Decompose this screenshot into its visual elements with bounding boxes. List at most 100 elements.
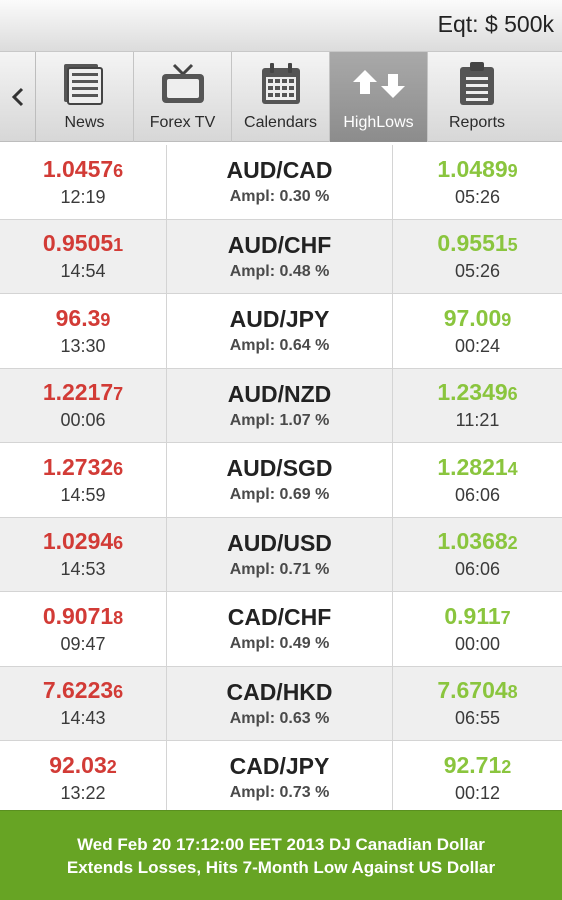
low-price: 92.032: [49, 751, 117, 778]
high-time: 00:24: [454, 335, 501, 356]
high-cell: 1.23496 11:21: [393, 369, 562, 443]
high-time: 05:26: [454, 261, 501, 282]
tab-reports[interactable]: Reports: [428, 52, 526, 142]
low-cell: 1.02946 14:53: [0, 517, 167, 591]
pair-cell: AUD/USD Ampl: 0.71 %: [167, 517, 393, 591]
low-price: 0.90718: [42, 602, 124, 629]
list-item[interactable]: 1.22177 00:06 AUD/NZD Ampl: 1.07 % 1.234…: [0, 368, 562, 443]
pair-cell: CAD/JPY Ampl: 0.73 %: [167, 741, 393, 810]
high-price: 1.28214: [437, 453, 518, 480]
low-cell: 96.39 13:30: [0, 294, 167, 368]
amplitude: Ampl: 1.07 %: [229, 411, 330, 429]
high-time: 06:06: [454, 559, 501, 580]
highlows-list: 1.04576 12:19 AUD/CAD Ampl: 0.30 % 1.048…: [0, 145, 562, 810]
amplitude: Ampl: 0.48 %: [229, 262, 330, 280]
low-time: 13:30: [60, 335, 106, 356]
currency-pair: AUD/CAD: [226, 157, 333, 184]
amplitude: Ampl: 0.64 %: [229, 337, 330, 355]
list-item[interactable]: 1.02946 14:53 AUD/USD Ampl: 0.71 % 1.036…: [0, 517, 562, 592]
high-cell: 0.95515 05:26: [393, 220, 562, 294]
equity-label: Eqt: $ 500k: [437, 11, 554, 37]
chevron-left-icon: [11, 87, 23, 107]
low-cell: 1.27326 14:59: [0, 443, 167, 517]
list-item[interactable]: 96.39 13:30 AUD/JPY Ampl: 0.64 % 97.009 …: [0, 294, 562, 369]
list-item[interactable]: 1.27326 14:59 AUD/SGD Ampl: 0.69 % 1.282…: [0, 443, 562, 518]
high-low-arrows-icon: [352, 70, 405, 98]
low-time: 12:19: [60, 186, 106, 207]
low-time: 14:43: [60, 708, 106, 729]
low-price: 1.02946: [42, 528, 124, 555]
low-time: 14:54: [60, 261, 106, 282]
news-ticker-text: Wed Feb 20 17:12:00 EET 2013 DJ Canadian…: [66, 834, 496, 877]
pair-cell: AUD/CHF Ampl: 0.48 %: [167, 219, 393, 293]
low-price: 0.95051: [42, 230, 124, 257]
list-item[interactable]: 0.95051 14:54 AUD/CHF Ampl: 0.48 % 0.955…: [0, 219, 562, 294]
high-price: 97.009: [443, 304, 512, 331]
currency-pair: AUD/CHF: [227, 231, 332, 258]
high-price: 0.95515: [437, 230, 518, 257]
tab-label: Calendars: [244, 114, 317, 131]
tab-label: Reports: [448, 114, 506, 131]
list-item[interactable]: 7.62236 14:43 CAD/HKD Ampl: 0.63 % 7.670…: [0, 666, 562, 741]
low-price: 1.22177: [42, 379, 124, 406]
news-ticker[interactable]: Wed Feb 20 17:12:00 EET 2013 DJ Canadian…: [0, 810, 562, 900]
pair-cell: AUD/SGD Ampl: 0.69 %: [167, 443, 393, 517]
low-time: 09:47: [60, 633, 106, 654]
high-price: 1.23496: [437, 379, 518, 406]
low-time: 13:22: [60, 782, 106, 803]
low-time: 14:53: [60, 559, 106, 580]
nav-toolbar: News Forex TV Calendars HighLows Reports: [0, 52, 562, 142]
low-cell: 1.22177 00:06: [0, 368, 167, 442]
pair-cell: CAD/CHF Ampl: 0.49 %: [167, 592, 393, 666]
amplitude: Ampl: 0.71 %: [229, 560, 330, 578]
back-button[interactable]: [0, 52, 36, 142]
list-item[interactable]: 1.04576 12:19 AUD/CAD Ampl: 0.30 % 1.048…: [0, 145, 562, 220]
status-bar: Eqt: $ 500k: [0, 0, 562, 52]
low-cell: 0.95051 14:54: [0, 219, 167, 293]
tab-news[interactable]: News: [36, 52, 134, 142]
amplitude: Ampl: 0.30 %: [229, 188, 330, 206]
low-price: 1.04576: [42, 155, 124, 182]
tab-forex-tv[interactable]: Forex TV: [134, 52, 232, 142]
tab-calendars[interactable]: Calendars: [232, 52, 330, 142]
high-cell: 1.28214 06:06: [393, 443, 562, 517]
low-cell: 7.62236 14:43: [0, 666, 167, 740]
high-time: 00:12: [454, 782, 501, 803]
high-price: 1.04899: [437, 155, 518, 182]
amplitude: Ampl: 0.63 %: [229, 709, 330, 727]
high-time: 06:06: [454, 484, 501, 505]
low-time: 00:06: [60, 410, 106, 431]
tab-highlows[interactable]: HighLows: [330, 52, 428, 142]
pair-cell: AUD/CAD Ampl: 0.30 %: [167, 145, 393, 219]
high-time: 11:21: [455, 410, 500, 431]
high-cell: 0.9117 00:00: [393, 592, 562, 666]
tab-label: Forex TV: [149, 114, 216, 131]
news-icon: [63, 64, 103, 105]
list-item[interactable]: 0.90718 09:47 CAD/CHF Ampl: 0.49 % 0.911…: [0, 592, 562, 667]
tv-icon: [161, 63, 204, 103]
high-price: 92.712: [443, 751, 512, 778]
high-time: 00:00: [454, 633, 501, 654]
pair-cell: AUD/NZD Ampl: 1.07 %: [167, 368, 393, 442]
currency-pair: CAD/HKD: [226, 678, 333, 705]
high-price: 7.67048: [437, 677, 518, 704]
currency-pair: AUD/JPY: [229, 306, 330, 333]
high-time: 05:26: [454, 186, 501, 207]
currency-pair: CAD/CHF: [227, 604, 332, 631]
pair-cell: CAD/HKD Ampl: 0.63 %: [167, 666, 393, 740]
list-item[interactable]: 92.032 13:22 CAD/JPY Ampl: 0.73 % 92.712…: [0, 741, 562, 810]
high-price: 1.03682: [437, 528, 518, 555]
high-cell: 1.03682 06:06: [393, 518, 562, 592]
low-cell: 0.90718 09:47: [0, 592, 167, 666]
tab-label: News: [64, 114, 105, 131]
low-price: 96.39: [55, 304, 111, 331]
high-time: 06:55: [454, 708, 501, 729]
high-cell: 1.04899 05:26: [393, 145, 562, 219]
amplitude: Ampl: 0.69 %: [229, 486, 330, 504]
low-cell: 1.04576 12:19: [0, 145, 167, 219]
currency-pair: AUD/USD: [227, 529, 332, 556]
currency-pair: AUD/NZD: [227, 380, 332, 407]
low-time: 14:59: [60, 484, 106, 505]
amplitude: Ampl: 0.49 %: [229, 635, 330, 653]
low-price: 7.62236: [42, 677, 124, 704]
